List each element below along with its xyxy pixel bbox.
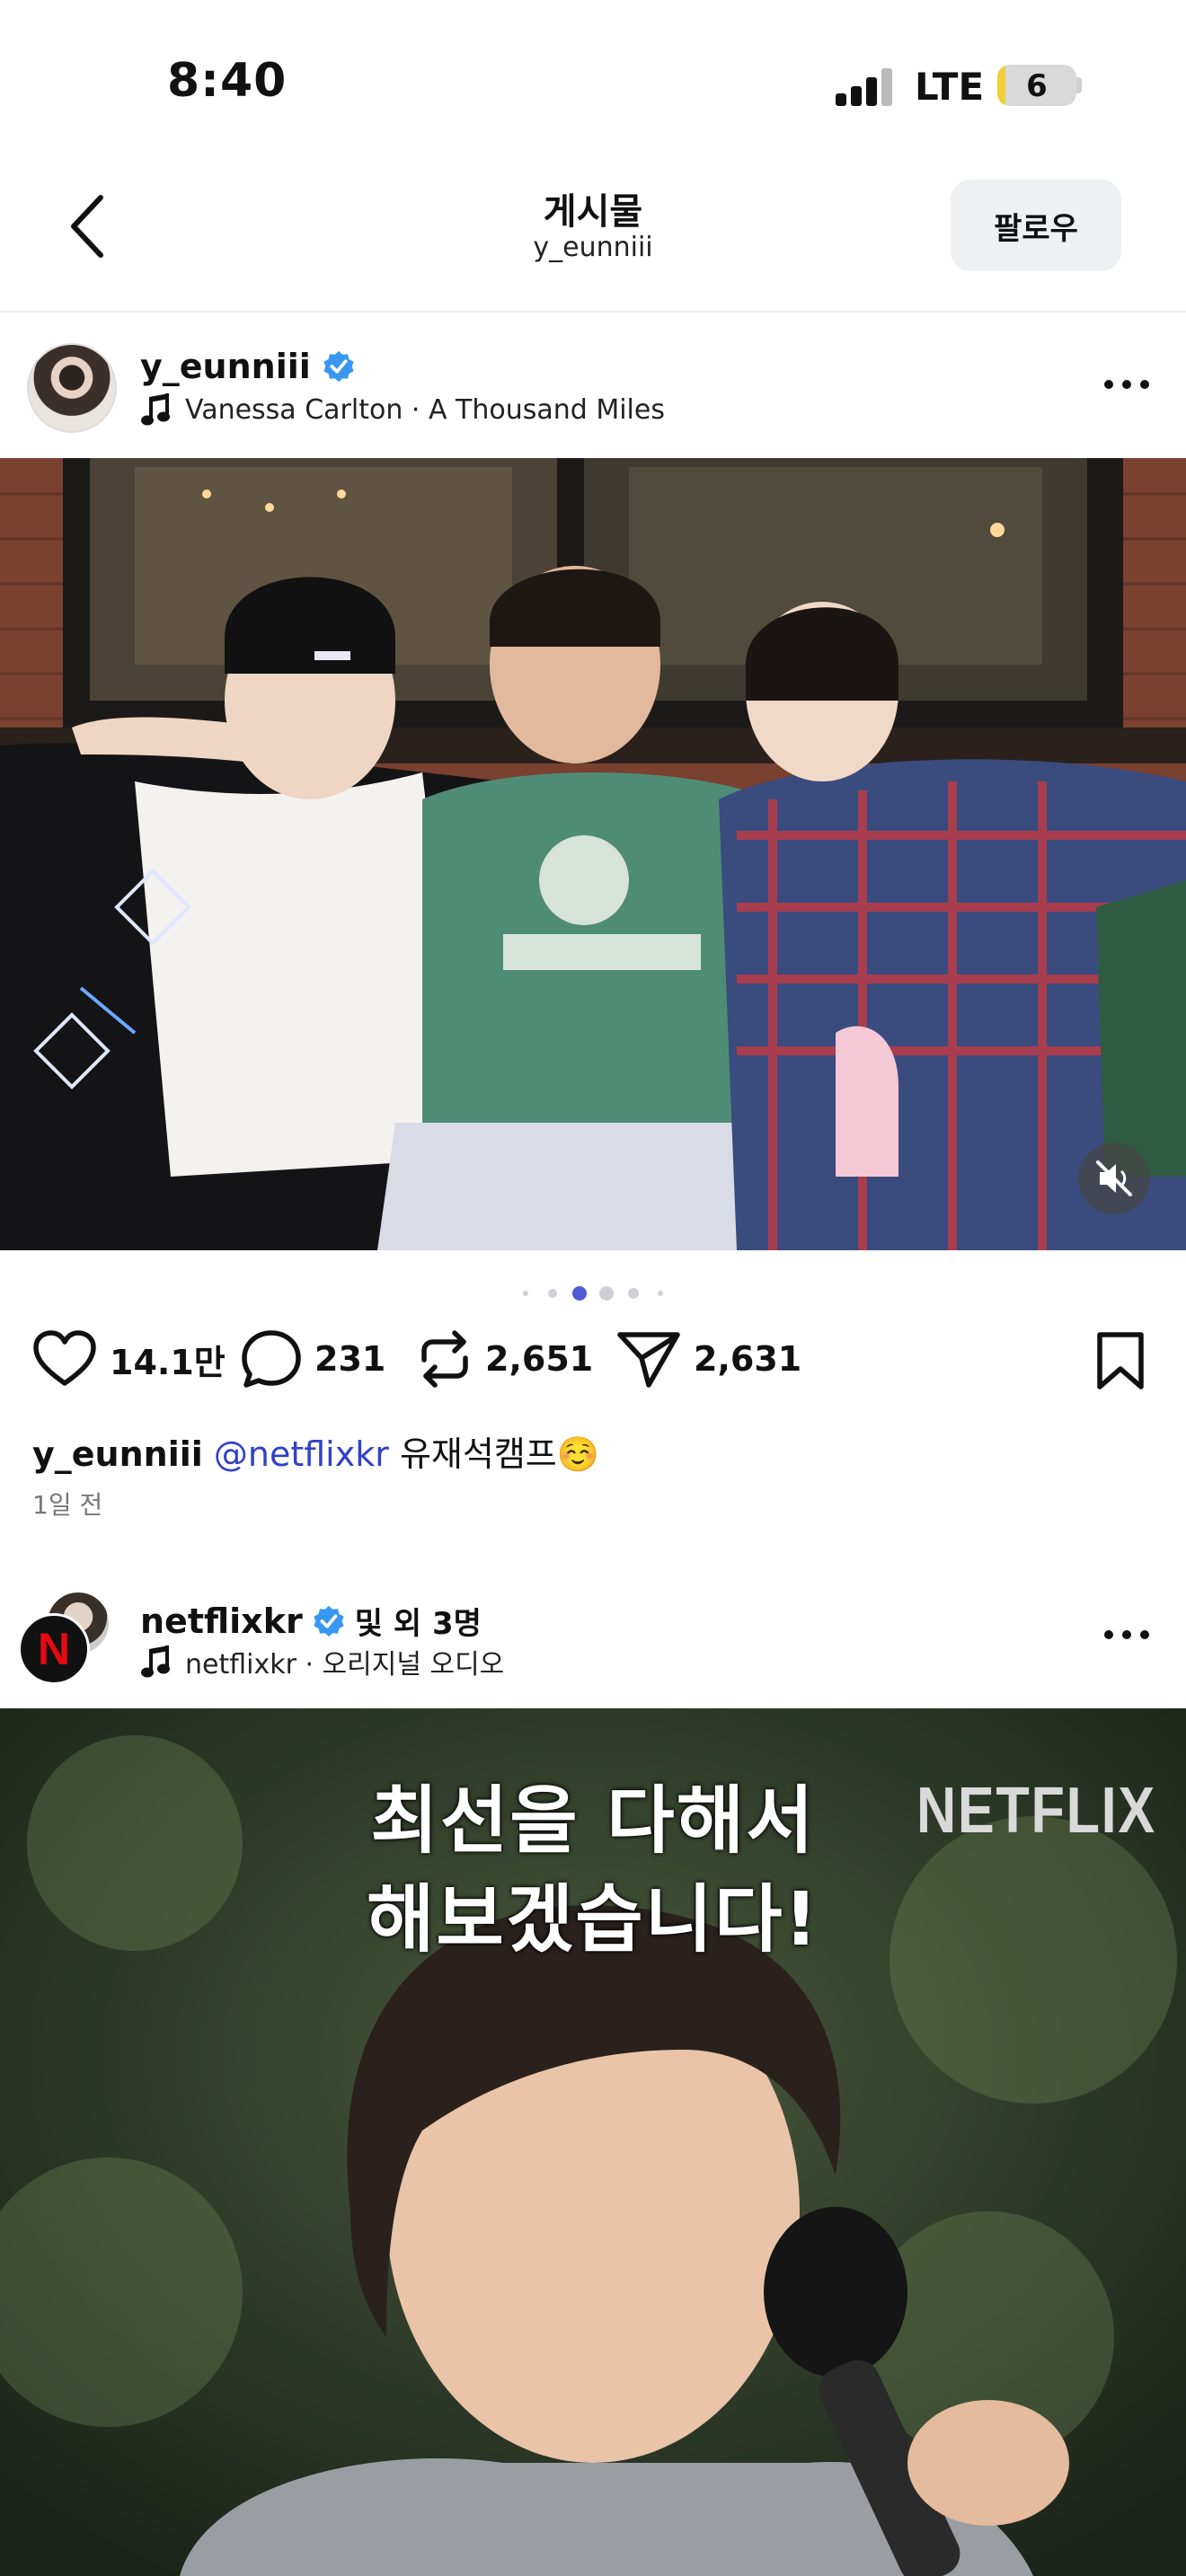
screen: 8:40 LTE 6 게시물 y_eunniii 팔로우 y_eunniii V… [0,0,1186,2576]
cellular-signal-icon [836,68,892,106]
post-author[interactable]: y_eunniii [140,347,356,386]
share-button[interactable]: 2,631 [616,1329,801,1389]
photo-illustration [0,458,1186,1250]
send-icon [617,1332,680,1388]
post-author[interactable]: netflixkr 및 외 3명 [140,1599,482,1643]
caption-mention[interactable]: @netflixkr [214,1434,389,1474]
music-row[interactable]: Vanessa Carlton · A Thousand Miles [140,392,665,428]
music-label: netflixkr · 오리지널 오디오 [185,1649,505,1681]
heart-icon [33,1330,96,1386]
carousel-dot [548,1289,557,1298]
netflix-watermark: NETFLIX [916,1775,1156,1847]
caption-text: 유재석캠프☺️ [388,1434,600,1474]
verified-badge-icon [314,1605,344,1636]
bookmark-icon[interactable] [1094,1331,1146,1390]
music-note-icon [141,1645,170,1678]
repost-count: 2,651 [485,1339,594,1379]
like-count: 14.1만 [110,1342,226,1382]
netflix-logo-letter: N [37,1624,71,1674]
network-type: LTE [915,65,985,109]
post-username[interactable]: netflixkr [140,1601,303,1641]
avatar[interactable]: N [18,1613,90,1685]
caption-username[interactable]: y_eunniii [32,1434,203,1474]
comment-button[interactable]: 231 [241,1329,385,1389]
post-username[interactable]: y_eunniii [140,347,311,386]
repost-icon [421,1330,468,1388]
avatar[interactable] [27,343,117,433]
carousel-dot [628,1288,639,1299]
carousel-dot-active [572,1286,587,1301]
like-button[interactable]: 14.1만 [32,1329,226,1389]
carousel-dot [658,1291,663,1296]
post-caption: y_eunniii @netflixkr 유재석캠프☺️ [32,1426,599,1476]
verified-badge-icon [323,350,354,383]
header-divider [0,311,1186,313]
comment-count: 231 [314,1339,386,1379]
share-count: 2,631 [694,1339,802,1379]
repost-button[interactable]: 2,651 [417,1329,593,1389]
carousel-dot [523,1291,528,1296]
carousel-dot [599,1286,614,1301]
mute-audio-icon[interactable] [1078,1142,1150,1214]
follow-button[interactable]: 팔로우 [951,180,1121,271]
battery-level: 6 [1026,68,1048,104]
music-label: Vanessa Carlton · A Thousand Miles [185,393,665,426]
post-photo[interactable] [0,458,1186,1250]
music-row[interactable]: netflixkr · 오리지널 오디오 [140,1642,504,1681]
carousel-indicator [523,1286,663,1301]
more-options-icon[interactable] [1100,366,1154,402]
status-time: 8:40 [167,54,288,108]
battery-icon: 6 [997,65,1076,106]
music-note-icon [141,393,170,426]
video-subtitle-line2: 해보겠습니다! [366,1877,820,1963]
comment-icon [242,1330,301,1388]
battery-tip [1076,77,1082,93]
collab-label[interactable]: 및 외 3명 [355,1599,482,1643]
post-timestamp: 1일 전 [32,1490,103,1520]
more-options-icon[interactable] [1100,1617,1154,1653]
